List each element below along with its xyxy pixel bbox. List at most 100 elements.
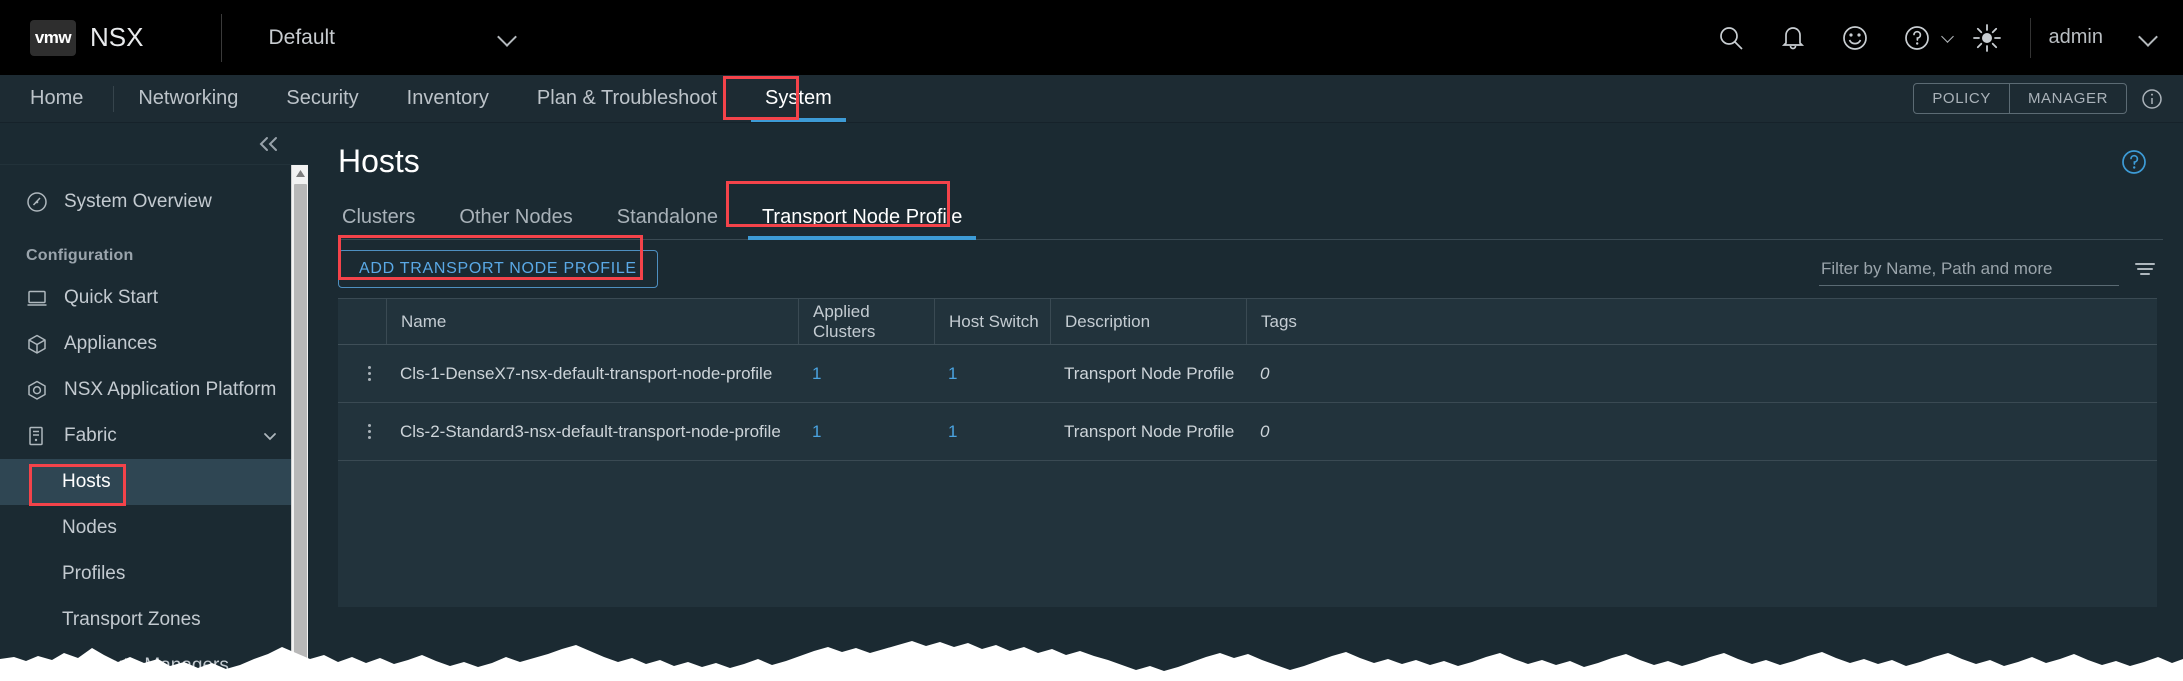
row-kebab-menu-icon[interactable] [338,403,386,460]
tab-standalone[interactable]: Standalone [595,200,740,239]
policy-manager-toggle: POLICY MANAGER [1913,83,2127,114]
row-tags: 0 [1260,363,1270,383]
monitor-icon [26,288,52,308]
server-icon [26,425,52,447]
page-title: Hosts [338,143,420,179]
row-kebab-menu-icon[interactable] [338,345,386,402]
sidebar-item-nodes[interactable]: Nodes [0,505,308,551]
tab-other-nodes[interactable]: Other Nodes [437,200,594,239]
table-header-name[interactable]: Name [386,299,798,344]
row-applied-clusters[interactable]: 1 [798,403,934,460]
sidebar-item-hosts[interactable]: Hosts [0,459,308,505]
table-header-tags[interactable]: Tags [1246,299,2157,344]
cube-icon [26,333,52,355]
collapse-sidebar-icon[interactable] [256,133,282,155]
scroll-up-arrow-icon[interactable] [292,165,309,182]
table-header-host-switch[interactable]: Host Switch [934,299,1050,344]
sidebar-item-fabric[interactable]: Fabric [0,413,308,459]
hexagon-icon [26,379,52,401]
row-description: Transport Node Profile [1064,363,1235,383]
filter-icon[interactable] [2133,259,2157,279]
nav-item-system[interactable]: System [741,75,856,122]
primary-navigation-bar: Home Networking Security Inventory Plan … [0,75,2183,123]
sidebar-item-label: System Overview [64,191,212,212]
tab-clusters[interactable]: Clusters [338,200,437,239]
workspace-label: Default [268,25,336,49]
chevron-down-icon [262,428,278,444]
workspace-selector[interactable]: Default [268,26,518,50]
table-row[interactable]: Cls-2-Standard3-nsx-default-transport-no… [338,403,2157,461]
sidebar-item-nsx-application-platform[interactable]: NSX Application Platform [0,367,308,413]
nav-item-security[interactable]: Security [262,75,382,122]
tab-transport-node-profile[interactable]: Transport Node Profile [740,200,984,240]
chevron-down-icon [498,28,518,48]
chevron-down-icon[interactable] [2139,28,2159,48]
nav-item-inventory[interactable]: Inventory [383,75,513,122]
manager-mode-button[interactable]: MANAGER [2008,84,2126,113]
nav-item-plan-troubleshoot[interactable]: Plan & Troubleshoot [513,75,741,122]
brand-logo-block: vmw NSX [0,19,143,56]
page-help-icon[interactable] [2119,147,2149,182]
sidebar-item-label: Quick Start [64,287,158,308]
dashboard-icon [26,191,52,213]
add-transport-node-profile-button[interactable]: ADD TRANSPORT NODE PROFILE [338,250,658,288]
table-header: Name Applied Clusters Host Switch Descri… [338,299,2157,345]
table-row[interactable]: Cls-1-DenseX7-nsx-default-transport-node… [338,345,2157,403]
row-host-switch[interactable]: 1 [934,403,1050,460]
page-header: Hosts [338,123,2183,182]
row-name[interactable]: Cls-2-Standard3-nsx-default-transport-no… [386,403,798,460]
sidebar-item-quick-start[interactable]: Quick Start [0,275,308,321]
table-toolbar: ADD TRANSPORT NODE PROFILE [338,240,2157,298]
header-user-divider [2029,17,2031,58]
search-icon[interactable] [1700,0,1762,75]
info-icon[interactable] [2141,88,2163,110]
table-header-actions [338,299,386,344]
chevron-down-icon [1942,31,1956,45]
sidebar-item-label: NSX Application Platform [64,379,277,400]
sidebar-item-label: Transport Zones [62,609,201,630]
filter-controls [1819,252,2157,286]
sun-icon[interactable] [1956,0,2018,75]
sidebar-scrollbar[interactable] [291,165,308,681]
left-sidebar: System Overview Configuration Quick Star… [0,123,308,681]
header-divider [221,13,223,62]
row-host-switch[interactable]: 1 [934,345,1050,402]
username-label[interactable]: admin [2049,26,2103,49]
nsx-application-window: vmw NSX Default admin Home Networking Se… [0,0,2183,681]
top-header-bar: vmw NSX Default admin [0,0,2183,75]
help-menu[interactable] [1886,0,1956,75]
row-name[interactable]: Cls-1-DenseX7-nsx-default-transport-node… [386,345,798,402]
table-header-row: Name Applied Clusters Host Switch Descri… [338,299,2157,345]
sidebar-item-label: Hosts [62,471,111,492]
sidebar-item-label: Appliances [64,333,157,354]
table-empty-space [338,461,2157,607]
help-circle-icon [1886,0,1948,75]
nav-right-actions: POLICY MANAGER [1913,75,2183,122]
nav-item-home[interactable]: Home [0,75,113,122]
table-header-description[interactable]: Description [1050,299,1246,344]
torn-paper-edge [0,641,2183,681]
scrollbar-thumb[interactable] [294,184,307,662]
row-applied-clusters[interactable]: 1 [798,345,934,402]
table-header-applied-clusters[interactable]: Applied Clusters [798,299,934,344]
row-tags: 0 [1260,421,1270,441]
header-actions: admin [1700,0,2183,75]
filter-input[interactable] [1819,252,2119,286]
sidebar-item-label: Nodes [62,517,117,538]
sidebar-item-system-overview[interactable]: System Overview [0,179,308,225]
main-content-area: Hosts Clusters Other Nodes Standalone Tr… [308,123,2183,681]
sidebar-item-label: Fabric [64,425,117,446]
sidebar-item-label: Profiles [62,563,126,584]
row-description: Transport Node Profile [1064,421,1235,441]
sidebar-item-profiles[interactable]: Profiles [0,551,308,597]
sidebar-item-appliances[interactable]: Appliances [0,321,308,367]
sidebar-group-configuration: Configuration [26,247,134,264]
policy-mode-button[interactable]: POLICY [1914,84,2009,113]
smiley-icon[interactable] [1824,0,1886,75]
vmware-logo-icon: vmw [30,19,76,56]
bell-icon[interactable] [1762,0,1824,75]
transport-node-profile-table: Name Applied Clusters Host Switch Descri… [338,298,2157,607]
content-tabs: Clusters Other Nodes Standalone Transpor… [338,200,2163,240]
nav-item-networking[interactable]: Networking [114,75,262,122]
sidebar-collapse-row [0,123,308,165]
